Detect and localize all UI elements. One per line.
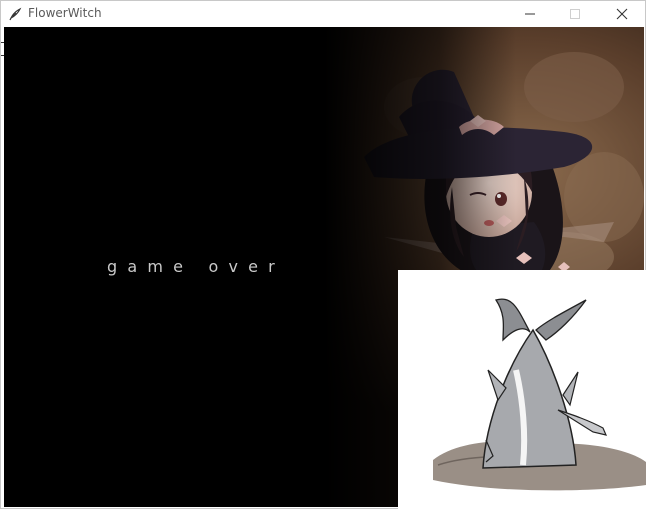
minimize-button[interactable]: [507, 1, 552, 27]
maximize-icon: [570, 9, 580, 19]
close-icon: [616, 8, 628, 20]
close-button[interactable]: [599, 1, 644, 27]
minimize-icon: [525, 13, 535, 15]
title-bar[interactable]: FlowerWitch: [1, 1, 645, 27]
app-window: FlowerWitch game over: [0, 0, 646, 510]
maximize-button[interactable]: [552, 1, 597, 27]
shark-in-sand-icon: [433, 298, 646, 491]
quill-icon: [8, 7, 22, 21]
game-over-text: game over: [107, 257, 285, 276]
window-title: FlowerWitch: [28, 6, 102, 20]
shark-sticker-overlay: [398, 270, 646, 510]
